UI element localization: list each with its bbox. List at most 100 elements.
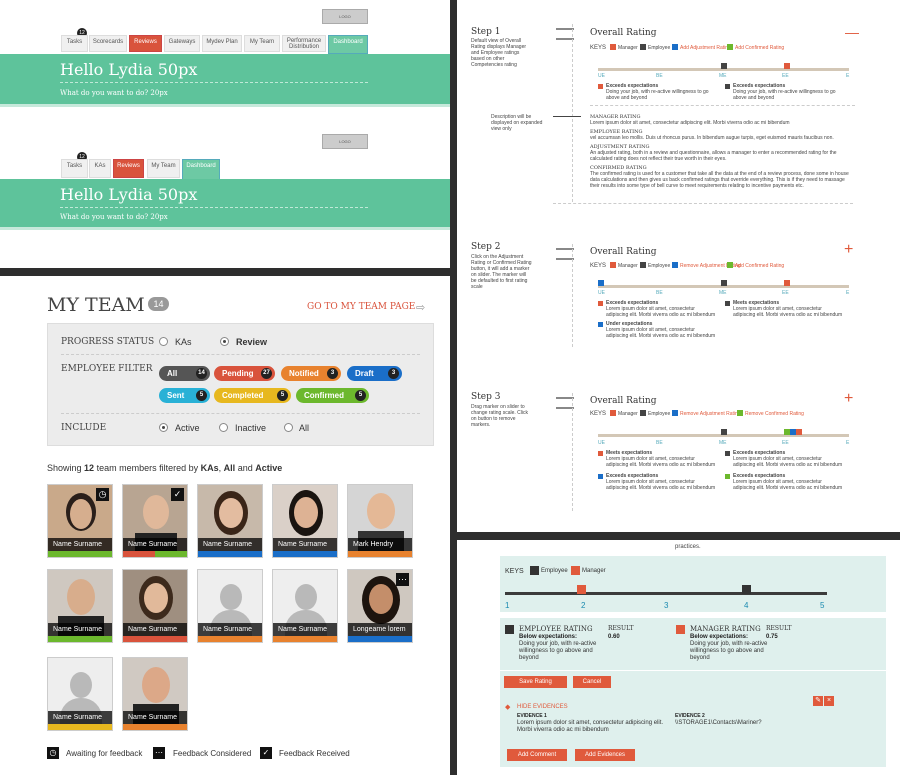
team-count-badge: 14	[148, 297, 169, 311]
team-member-card[interactable]: ⋯ Longeame lorem	[347, 569, 413, 643]
filter-all[interactable]: All 14	[159, 366, 210, 381]
manager-marker	[784, 63, 790, 69]
radio-review[interactable]	[220, 337, 229, 346]
comment-icon: ◆	[505, 704, 511, 711]
close-icon[interactable]: ×	[824, 696, 834, 706]
employee-slider-handle[interactable]	[742, 585, 751, 594]
radio-all[interactable]	[284, 423, 293, 432]
filter-completed[interactable]: Completed 5	[214, 388, 291, 403]
logo-2: LOGO	[322, 134, 368, 149]
remove-adjustment-rating-button[interactable]: Remove Adjustment Rating	[680, 411, 741, 417]
remove-confirmed-rating-button[interactable]: Remove Confirmed Rating	[745, 411, 804, 417]
team-member-card[interactable]: Mark Hendry	[347, 484, 413, 558]
member-name: Name Surname	[198, 623, 262, 636]
add-comment-button[interactable]: Add Comment	[507, 749, 567, 761]
team-member-card[interactable]: Name Surname	[122, 657, 188, 731]
radio-inactive-label: Inactive	[235, 423, 267, 433]
filter-sent[interactable]: Sent 5	[159, 388, 210, 403]
team-member-card[interactable]: ✓ Name Surname	[122, 484, 188, 558]
team-member-card[interactable]: ◷ Name Surname	[47, 484, 113, 558]
member-name: Name Surname	[273, 623, 337, 636]
step-2-title: Step 2	[471, 242, 501, 252]
tab-performance-distribution[interactable]: Performance Distribution	[282, 35, 326, 52]
team-member-card[interactable]: Name Surname	[47, 657, 113, 731]
radio-active[interactable]	[159, 423, 168, 432]
page-subtitle-2: What do you want to do? 20px	[60, 213, 168, 221]
tab-reviews-2[interactable]: Reviews	[113, 159, 144, 178]
step-1-description: Default view of Overall Rating displays …	[471, 38, 527, 68]
speech-bubble-icon: ⋯	[396, 573, 409, 586]
cancel-button[interactable]: Cancel	[573, 676, 611, 688]
add-adjustment-rating-button[interactable]: Add Adjustment Rating	[680, 45, 731, 51]
tab-my-team[interactable]: My Team	[244, 35, 280, 52]
member-name: Name Surname	[123, 711, 187, 724]
description-note: Description will be displayed on expande…	[491, 114, 543, 132]
expand-icon[interactable]: +	[844, 390, 853, 408]
tab-tasks[interactable]: Tasks	[61, 35, 88, 52]
member-name: Name Surname	[123, 623, 187, 636]
tab-gateways[interactable]: Gateways	[164, 35, 200, 52]
tab-dashboard[interactable]: Dashboard	[328, 35, 368, 54]
speech-bubble-icon: ⋯	[153, 747, 165, 759]
step-3-title: Step 3	[471, 392, 501, 402]
tab-kas[interactable]: KAs	[89, 159, 111, 178]
member-name: Name Surname	[48, 623, 112, 636]
keys-label: KEYS	[505, 568, 524, 575]
member-name: Name Surname	[48, 538, 112, 551]
manager-slider-handle[interactable]	[577, 585, 586, 594]
radio-review-label: Review	[236, 337, 268, 347]
my-team-panel: MY TEAM 14 GO TO MY TEAM PAGE ⇨ PROGRESS…	[0, 276, 450, 775]
member-name: Name Surname	[273, 538, 337, 551]
member-name: Name Surname	[123, 538, 187, 551]
header-mockup-panel: LOGO 12 Tasks Scorecards Reviews Gateway…	[0, 0, 450, 268]
save-rating-button[interactable]: Save Rating	[504, 676, 567, 688]
go-to-my-team-link[interactable]: GO TO MY TEAM PAGE	[307, 302, 415, 312]
tab-mydev-plan[interactable]: Mydev Plan	[202, 35, 242, 52]
page-title-2: Hello Lydia 50px	[60, 185, 198, 204]
logo: LOGO	[322, 9, 368, 24]
tab-dashboard-2[interactable]: Dashboard	[182, 159, 220, 180]
team-member-card[interactable]: Name Surname	[122, 569, 188, 643]
add-confirmed-rating-button[interactable]: Add Confirmed Rating	[735, 263, 784, 269]
my-team-title: MY TEAM	[47, 294, 145, 316]
employee-icon	[505, 625, 514, 634]
tab-scorecards[interactable]: Scorecards	[89, 35, 127, 52]
add-evidences-button[interactable]: Add Evidences	[575, 749, 635, 761]
hide-evidences-link[interactable]: HIDE EVIDENCES	[517, 704, 568, 710]
tab-my-team-2[interactable]: My Team	[147, 159, 180, 178]
step-2-description: Click on the Adjustment Rating or Confir…	[471, 254, 532, 290]
filter-notified[interactable]: Notified 3	[281, 366, 341, 381]
member-name: Mark Hendry	[348, 538, 412, 551]
keys-label: KEYS	[590, 45, 607, 51]
check-icon: ✓	[171, 488, 184, 501]
filter-draft[interactable]: Draft 3	[347, 366, 402, 381]
member-name: Longeame lorem	[348, 623, 412, 636]
edit-icon[interactable]: ✎	[813, 696, 823, 706]
welcome-banner-2: Hello Lydia 50px What do you want to do?…	[0, 179, 450, 227]
page-title: Hello Lydia 50px	[60, 60, 198, 79]
expand-icon[interactable]: +	[844, 241, 853, 259]
manager-key-icon	[571, 566, 580, 575]
radio-active-label: Active	[175, 423, 200, 433]
legend-received: Feedback Received	[279, 749, 350, 758]
step-3-description: Drag marker on slider to change rating s…	[471, 404, 528, 428]
tab-reviews[interactable]: Reviews	[129, 35, 162, 52]
filter-pending[interactable]: Pending 27	[214, 366, 275, 381]
tab-tasks-2[interactable]: Tasks	[61, 159, 88, 178]
team-member-card[interactable]: Name Surname	[272, 484, 338, 558]
collapse-icon[interactable]: —	[845, 24, 859, 40]
team-member-card[interactable]: Name Surname	[197, 569, 263, 643]
legend-awaiting: Awaiting for feedback	[66, 749, 143, 758]
clock-icon: ◷	[96, 488, 109, 501]
radio-kas[interactable]	[159, 337, 168, 346]
radio-inactive[interactable]	[219, 423, 228, 432]
filter-confirmed[interactable]: Confirmed 5	[296, 388, 369, 403]
team-member-card[interactable]: Name Surname	[47, 569, 113, 643]
arrow-right-icon[interactable]: ⇨	[416, 301, 425, 314]
team-member-card[interactable]: Name Surname	[272, 569, 338, 643]
showing-summary: Showing 12 team members filtered by KAs,…	[47, 463, 283, 473]
add-confirmed-rating-button[interactable]: Add Confirmed Rating	[735, 45, 784, 51]
page-subtitle: What do you want to do? 20px	[60, 89, 168, 97]
member-name: Name Surname	[198, 538, 262, 551]
team-member-card[interactable]: Name Surname	[197, 484, 263, 558]
